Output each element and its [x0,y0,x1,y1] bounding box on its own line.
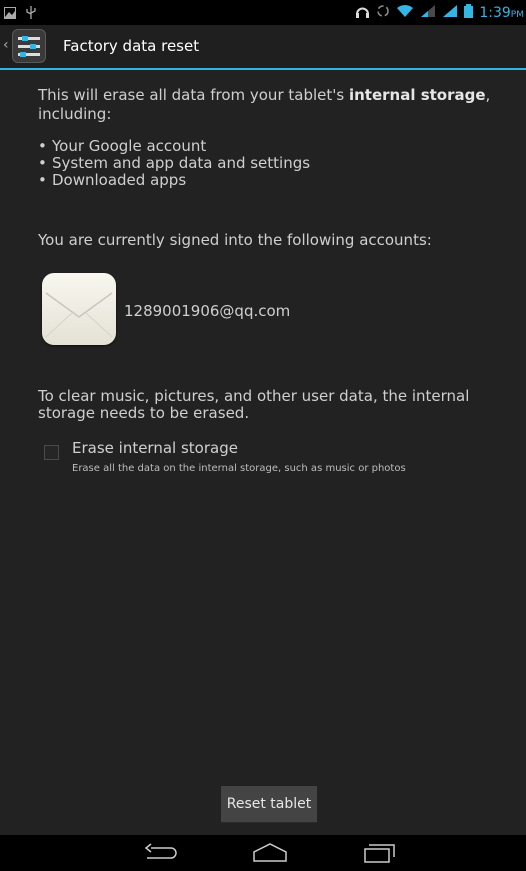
gallery-notification-icon [4,4,16,23]
erase-internal-storage-option[interactable]: Erase internal storage Erase all the dat… [38,439,508,479]
clear-note: To clear music, pictures, and other user… [38,387,470,422]
account-email: 1289001906@qq.com [124,302,291,320]
intro-bold: internal storage [348,86,486,104]
recent-apps-icon[interactable] [360,841,400,865]
settings-sliders-icon[interactable] [12,29,46,63]
usb-icon [26,4,36,23]
action-bar: ‹ Factory data reset [0,25,526,70]
home-icon[interactable] [250,841,290,865]
reset-tablet-button[interactable]: Reset tablet [221,786,317,823]
list-item: System and app data and settings [38,155,508,173]
intro-prefix: This will erase all data from your table… [38,86,349,104]
list-item: Your Google account [38,138,508,156]
signal-icon [442,3,458,22]
navigation-bar [0,835,526,871]
headset-icon [355,3,370,22]
erase-option-title: Erase internal storage [72,439,238,457]
intro-text: This will erase all data from your table… [38,86,508,124]
erase-list: Your Google account System and app data … [38,138,508,190]
clock-time: 1:39 [479,4,511,21]
up-caret-icon[interactable]: ‹ [3,37,9,53]
list-item: Downloaded apps [38,172,508,190]
erase-option-summary: Erase all the data on the internal stora… [72,463,406,474]
battery-icon [464,3,474,22]
status-bar: 1:39PM [0,0,526,25]
back-icon[interactable] [141,841,181,865]
page-title: Factory data reset [63,37,200,55]
erase-storage-checkbox[interactable] [44,445,59,460]
email-app-icon [42,273,116,345]
sync-icon [376,3,390,22]
account-row: 1289001906@qq.com [42,273,502,345]
signal-icon [420,3,436,22]
signed-in-label: You are currently signed into the follow… [38,231,432,249]
wifi-icon [396,3,414,22]
clock-ampm: PM [510,9,524,20]
reset-info: This will erase all data from your table… [38,86,508,189]
status-clock: 1:39PM [479,5,524,21]
